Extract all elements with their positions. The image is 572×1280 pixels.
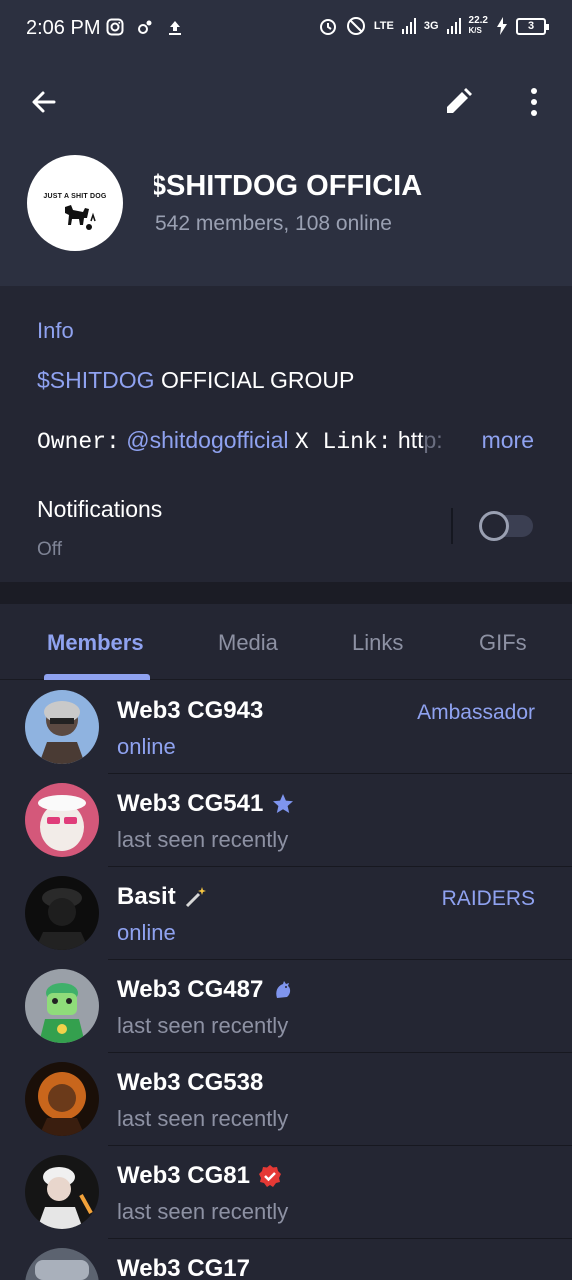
member-row[interactable]: Web3 CG17: [0, 1239, 572, 1280]
member-role: Ambassador: [417, 701, 535, 724]
member-role: RAIDERS: [441, 887, 535, 910]
chat-title: GROUP $SHITDOG OFFICIA: [154, 170, 423, 202]
member-row[interactable]: Basit online RAIDERS: [0, 867, 572, 960]
notifications-label[interactable]: Notifications: [37, 496, 162, 523]
member-status: online: [117, 734, 176, 759]
upload-icon: [169, 21, 181, 35]
member-row[interactable]: Web3 CG541 last seen recently: [0, 774, 572, 867]
member-name: Web3 CG943: [117, 697, 264, 724]
avatar: [25, 690, 99, 764]
status-bar: 2:06 PM LTE 3G 22.2 K/S 3: [0, 0, 572, 58]
more-options-button[interactable]: [520, 86, 548, 118]
avatar: [25, 1248, 99, 1280]
media-tabs: Members Media Links GIFs: [0, 604, 572, 680]
rooster-icon: [276, 981, 291, 998]
network-type-1: LTE: [373, 20, 394, 32]
battery-icon: 3: [516, 17, 549, 35]
owner-label: Owner:: [37, 429, 120, 455]
member-name: Web3 CG81: [117, 1162, 282, 1190]
magic-wand-icon: [185, 887, 206, 908]
group-description: $SHITDOG OFFICIAL GROUP: [37, 367, 354, 394]
do-not-disturb-icon: [346, 17, 365, 35]
avatar: [25, 1155, 99, 1229]
verified-check-icon: [258, 1165, 281, 1187]
member-status: last seen recently: [117, 1199, 289, 1224]
notification-icons: [106, 18, 184, 36]
avatar: [25, 783, 99, 857]
settings-sync-icon: [138, 20, 152, 34]
owner-line: Owner: @shitdogofficial X Link: http:: [37, 427, 537, 455]
dog-silhouette-icon: [65, 205, 96, 230]
member-status: last seen recently: [117, 1013, 289, 1038]
notifications-toggle[interactable]: [479, 511, 533, 541]
member-row[interactable]: Web3 CG538 last seen recently: [0, 1053, 572, 1146]
ticker-link[interactable]: $SHITDOG: [37, 367, 155, 393]
charging-icon: [497, 17, 507, 35]
tab-gifs[interactable]: GIFs: [479, 630, 527, 656]
member-status: online: [117, 920, 176, 945]
net-speed: 22.2 K/S: [468, 15, 488, 36]
member-name: Basit: [117, 883, 208, 911]
group-avatar[interactable]: JUST A SHIT DOG: [27, 155, 123, 251]
x-link-label: X Link:: [294, 429, 392, 455]
arrow-left-icon: [32, 91, 56, 113]
signal-icon: [401, 18, 416, 34]
back-button[interactable]: [28, 86, 60, 118]
members-list: Web3 CG943 online Ambassador Web3 CG541 …: [0, 681, 572, 1280]
member-name: Web3 CG17: [117, 1255, 250, 1280]
status-time: 2:06 PM: [26, 17, 101, 39]
tab-members[interactable]: Members: [47, 630, 144, 656]
pencil-icon: [447, 88, 472, 113]
avatar: [25, 969, 99, 1043]
member-name: Web3 CG538: [117, 1069, 264, 1096]
instagram-icon: [106, 18, 124, 36]
x-link-url-fade: p:: [423, 427, 443, 453]
member-row[interactable]: Web3 CG81 last seen recently: [0, 1146, 572, 1239]
avatar: [25, 1062, 99, 1136]
network-type-2: 3G: [423, 20, 439, 32]
signal-icon-2: [446, 18, 461, 34]
alarm-icon: [319, 19, 336, 35]
member-name: Web3 CG541: [117, 790, 295, 818]
info-heading: Info: [37, 318, 74, 343]
section-divider: [0, 582, 572, 604]
toggle-knob: [479, 511, 509, 541]
chat-header: JUST A SHIT DOG GROUP $SHITDOG OFFICIA 5…: [0, 58, 572, 286]
edit-button[interactable]: [442, 86, 474, 118]
more-link[interactable]: more: [475, 427, 534, 454]
member-row[interactable]: Web3 CG487 last seen recently: [0, 960, 572, 1053]
more-vertical-icon: [531, 88, 537, 116]
member-count: 542 members, 108 online: [155, 212, 392, 235]
member-name: Web3 CG487: [117, 976, 295, 1004]
divider: [451, 508, 453, 544]
avatar: [25, 876, 99, 950]
member-status: last seen recently: [117, 827, 289, 852]
member-status: last seen recently: [117, 1106, 289, 1131]
star-icon: [273, 794, 294, 813]
active-tab-indicator: [44, 674, 150, 680]
owner-handle-link[interactable]: @shitdogofficial: [126, 427, 288, 453]
description-text: OFFICIAL GROUP: [154, 367, 355, 393]
member-row[interactable]: Web3 CG943 online Ambassador: [0, 681, 572, 774]
system-icons: LTE 3G 22.2 K/S 3: [318, 15, 549, 36]
x-link-url[interactable]: htt: [398, 427, 424, 453]
tab-links[interactable]: Links: [352, 630, 403, 656]
info-section: Info $SHITDOG OFFICIAL GROUP Owner: @shi…: [0, 286, 572, 582]
tab-media[interactable]: Media: [218, 630, 278, 656]
notifications-state: Off: [37, 539, 62, 560]
